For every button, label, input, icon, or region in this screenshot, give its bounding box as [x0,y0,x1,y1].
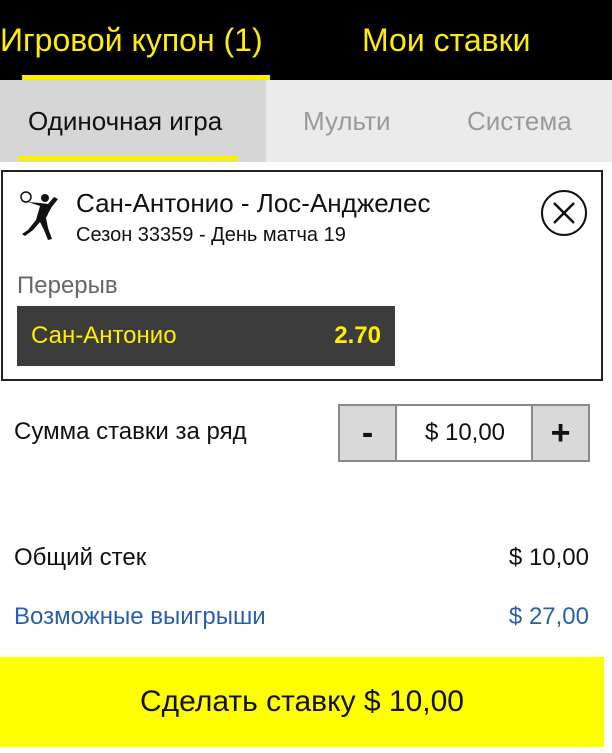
tab-single[interactable]: Одиночная игра [0,80,266,162]
increase-stake-button[interactable]: + [531,406,588,460]
total-stake-label: Общий стек [14,544,147,571]
possible-winnings-value: $ 27,00 [508,603,589,630]
selection-name: Сан-Антонио [31,322,177,349]
possible-winnings-label: Возможные выигрыши [14,603,266,630]
stake-stepper: - $ 10,00 + [338,404,590,462]
stake-label: Сумма ставки за ряд [14,418,247,445]
bet-card: Сан-Антонио - Лос-Анджелес Сезон 33359 -… [1,170,603,381]
match-details: Сезон 33359 - День матча 19 [76,224,346,246]
active-subtab-indicator [18,156,238,161]
selection-button[interactable]: Сан-Антонио 2.70 [17,306,395,366]
basketball-player-icon [20,191,58,240]
tab-system[interactable]: Система [467,80,572,162]
tab-bet-slip[interactable]: Игровой купон (1) [0,0,263,80]
decrease-stake-button[interactable]: - [340,406,397,460]
bet-type-tabs: Одиночная игра Мульти Система [0,80,612,162]
place-bet-button[interactable]: Сделать ставку $ 10,00 [0,657,604,747]
total-stake-value: $ 10,00 [508,544,589,571]
tab-multi[interactable]: Мульти [303,80,391,162]
tab-my-bets[interactable]: Мои ставки [362,0,531,80]
match-name: Сан-Антонио - Лос-Анджелес [76,188,431,218]
market-label: Перерыв [17,272,118,299]
remove-bet-button[interactable] [541,190,587,236]
selection-odds: 2.70 [334,322,381,349]
header-bar: Игровой купон (1) Мои ставки [0,0,612,80]
close-icon [553,202,575,224]
stake-input[interactable]: $ 10,00 [397,406,533,460]
